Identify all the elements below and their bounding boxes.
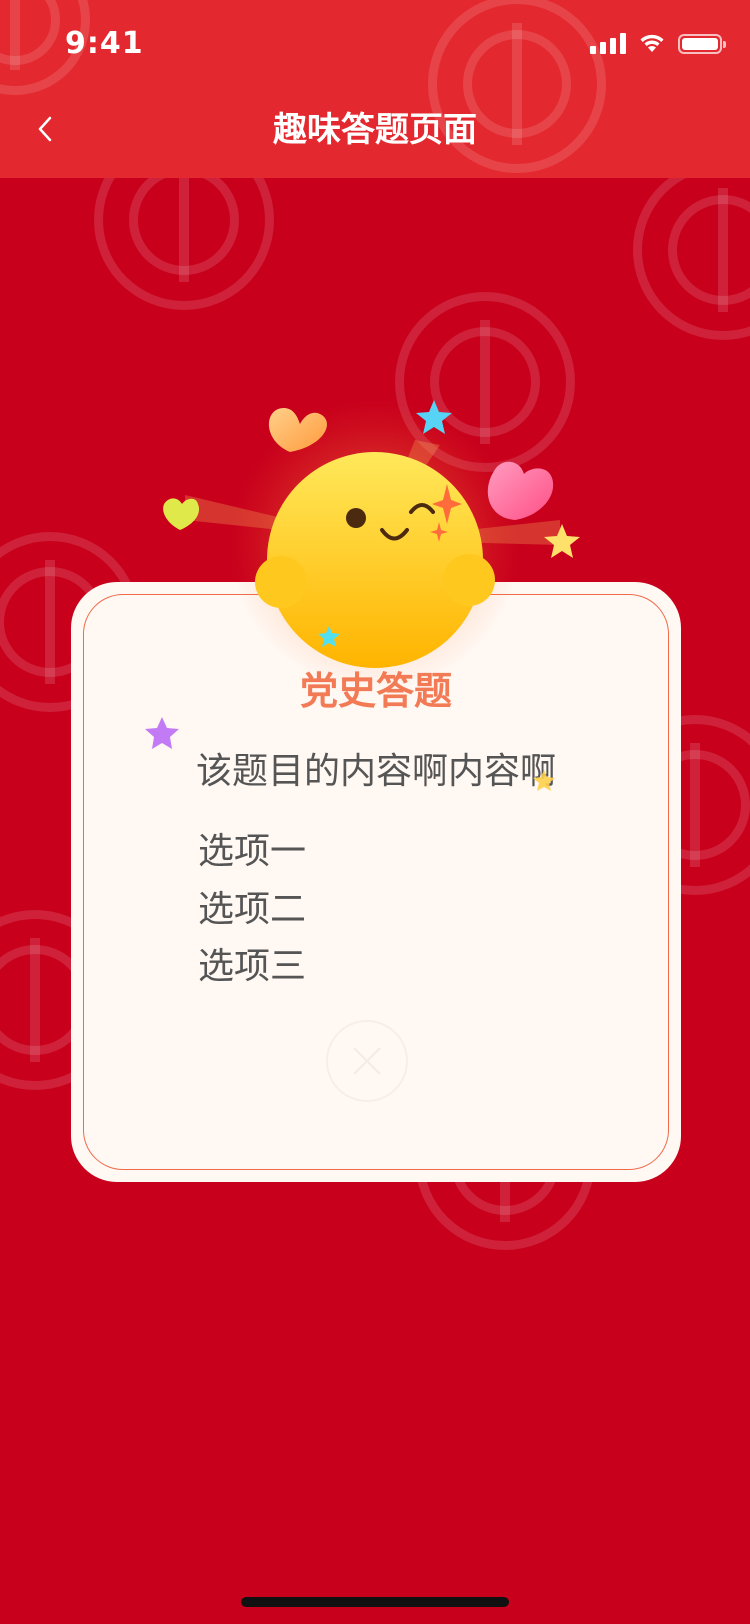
quiz-title: 党史答题 <box>299 669 452 713</box>
heart-icon <box>268 408 328 452</box>
quiz-card: 党史答题 该题目的内容啊内容啊 选项一 选项二 选项三 <box>71 582 681 1182</box>
nav-header: 9:41 趣味答题页面 <box>0 0 750 178</box>
option-3[interactable]: 选项三 <box>198 937 306 989</box>
close-button[interactable] <box>326 1020 408 1102</box>
sparkle-icon <box>432 484 462 524</box>
status-icons <box>590 32 726 54</box>
page-title: 趣味答题页面 <box>273 110 477 150</box>
status-time: 9:41 <box>65 26 144 61</box>
heart-icon <box>163 498 200 530</box>
star-icon <box>544 524 580 558</box>
option-1[interactable]: 选项一 <box>198 822 306 874</box>
battery-icon <box>678 34 726 54</box>
cellular-signal-icon <box>590 32 626 54</box>
close-icon <box>353 1047 381 1075</box>
wifi-icon <box>640 34 664 52</box>
question-text: 该题目的内容啊内容啊 <box>196 751 557 792</box>
option-2[interactable]: 选项二 <box>198 880 306 932</box>
home-indicator <box>241 1597 509 1607</box>
